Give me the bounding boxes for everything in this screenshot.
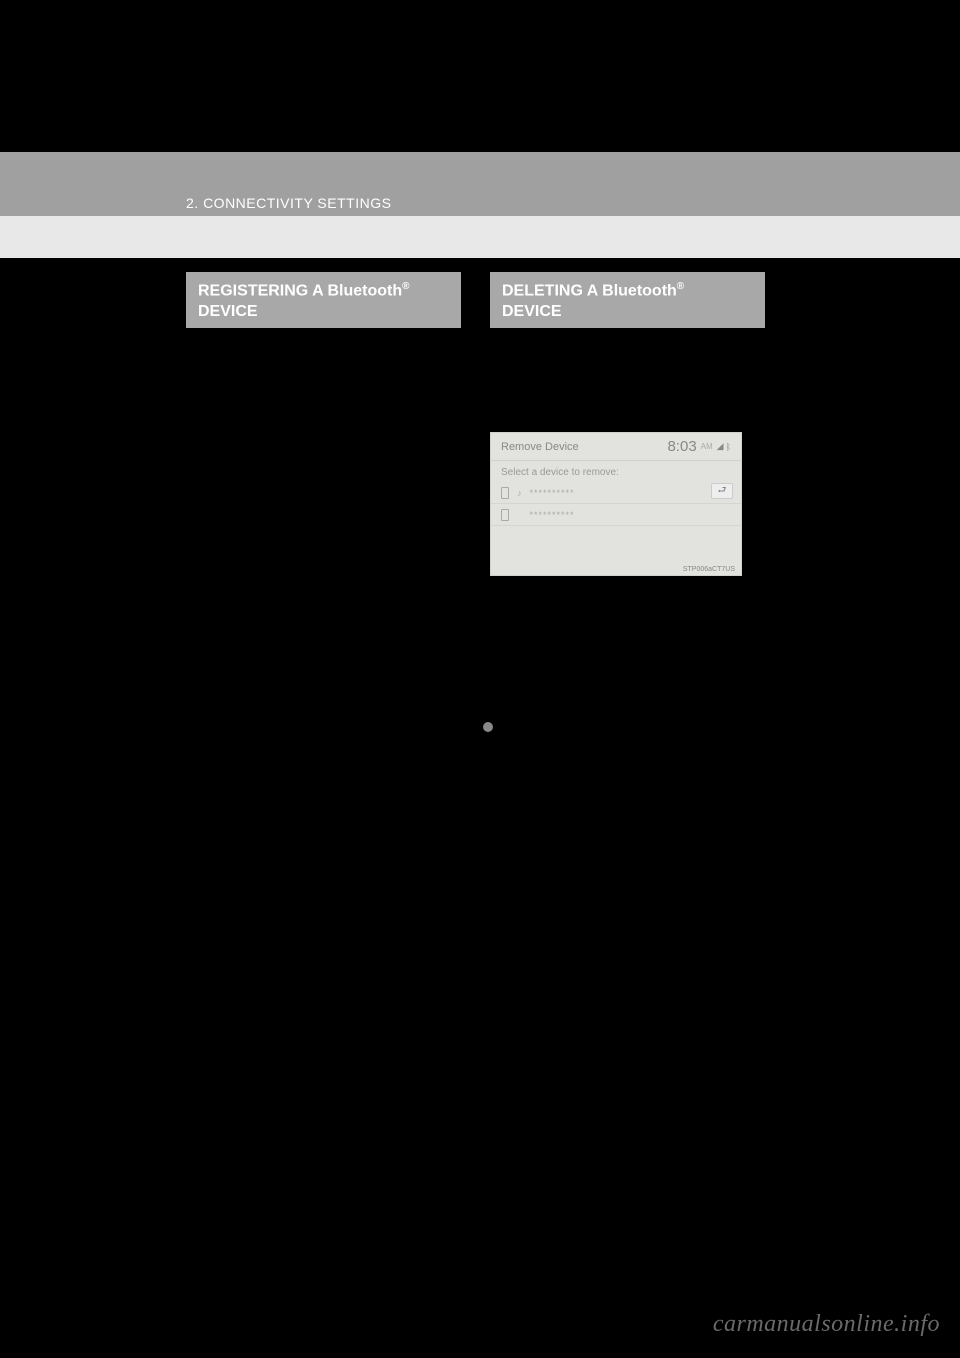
screen-subtitle: Select a device to remove: [491,461,741,482]
phone-icon [501,509,509,521]
heading-text-suffix: DEVICE [502,303,562,320]
screen-title: Remove Device [501,441,579,453]
status-icons: ◢ ᛒ [717,441,731,452]
clock-time: 8:03 [667,438,696,455]
manual-page: 2. CONNECTIVITY SETTINGS REGISTERING A B… [0,0,960,1358]
device-name-1: ********** [530,488,575,498]
registered-mark: ® [402,281,409,292]
watermark-text: carmanualsonline.info [713,1311,940,1338]
phone-icon [501,487,509,499]
section-heading-registering: REGISTERING A Bluetooth® DEVICE [186,272,461,328]
clock-ampm: AM [701,442,713,451]
sub-header-bar [0,216,960,258]
device-name-2: ********** [530,510,575,520]
registered-mark: ® [677,281,684,292]
section-heading-deleting: DELETING A Bluetooth® DEVICE [490,272,765,328]
time-group: 8:03 AM ◢ ᛒ [667,438,731,455]
back-button[interactable]: ⮐ [711,483,733,499]
device-row-2[interactable]: ♪ ********** [491,504,741,526]
bluetooth-icon: ᛒ [726,442,731,452]
device-row-1[interactable]: ♪ ********** [491,482,741,504]
info-bullet-icon [483,722,493,732]
section-header: 2. CONNECTIVITY SETTINGS [186,195,391,211]
device-screenshot: Remove Device 8:03 AM ◢ ᛒ Select a devic… [490,432,742,576]
heading-text-prefix: DELETING A Bluetooth [502,282,677,299]
signal-icon: ◢ [717,441,724,452]
music-icon: ♪ [517,488,522,498]
heading-text-suffix: DEVICE [198,303,258,320]
back-icon: ⮐ [718,483,727,500]
heading-text-prefix: REGISTERING A Bluetooth [198,282,402,299]
screen-header: Remove Device 8:03 AM ◢ ᛒ [491,433,741,461]
image-reference-label: STP006aCT7US [683,566,735,573]
